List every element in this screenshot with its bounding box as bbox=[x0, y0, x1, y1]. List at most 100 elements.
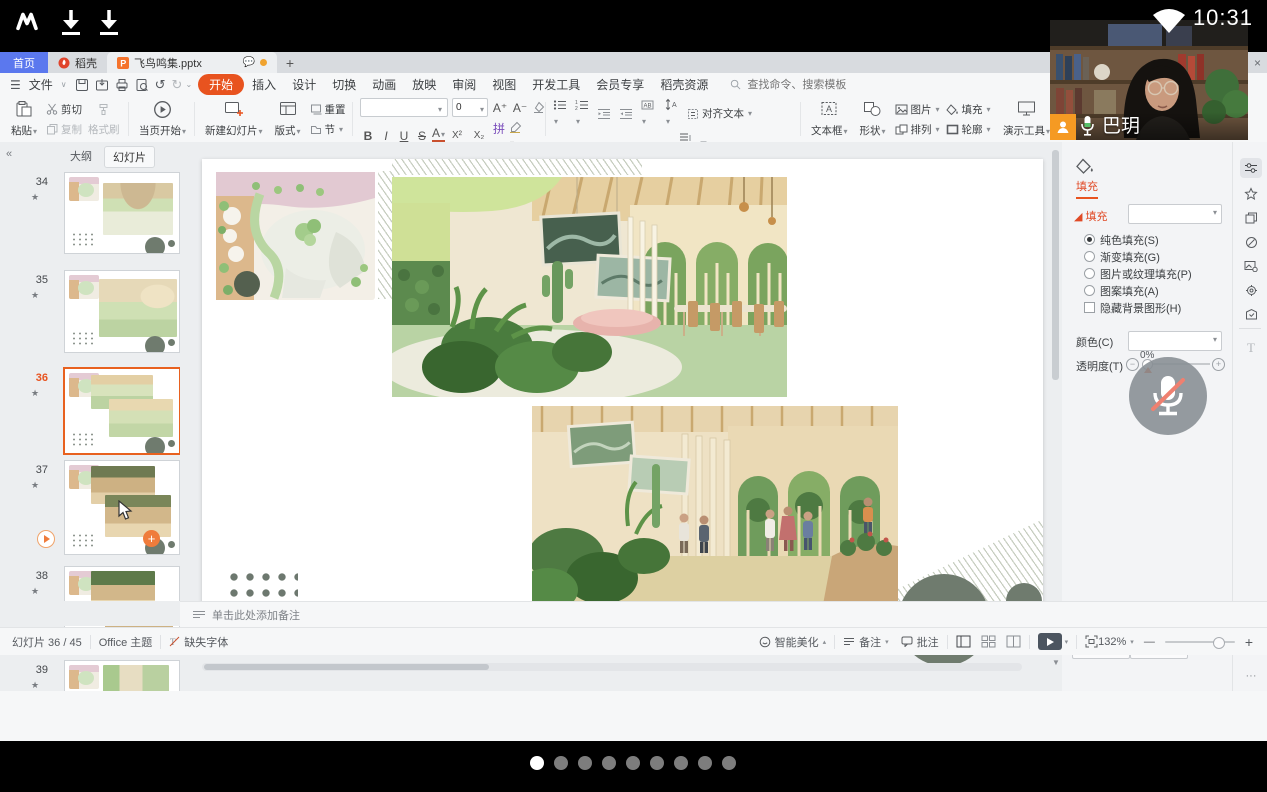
reset-button[interactable]: 重置 bbox=[310, 100, 346, 118]
subscript-button[interactable]: X₂ bbox=[469, 130, 489, 141]
thumbnail-canvas[interactable] bbox=[64, 270, 180, 353]
char-spacing-icon[interactable]: AB bbox=[641, 99, 657, 129]
clear-format-icon[interactable] bbox=[532, 101, 545, 114]
menu-review[interactable]: 审阅 bbox=[444, 74, 484, 95]
horizontal-scrollbar[interactable] bbox=[202, 663, 1022, 671]
v-scroll-thumb[interactable] bbox=[1052, 150, 1059, 380]
strikethrough-button[interactable]: S bbox=[414, 129, 430, 143]
search-input[interactable] bbox=[745, 78, 879, 92]
floorplan-image[interactable] bbox=[216, 172, 375, 300]
next-slide-arrow[interactable]: ▼ bbox=[1052, 658, 1060, 667]
thumbnail-canvas[interactable] bbox=[63, 367, 181, 455]
radio-solid-fill[interactable] bbox=[1084, 234, 1095, 245]
menu-view[interactable]: 视图 bbox=[484, 74, 524, 95]
play-from-page-button[interactable]: 当页开始 bbox=[136, 99, 189, 139]
radio-gradient-fill[interactable] bbox=[1084, 251, 1095, 262]
command-search[interactable] bbox=[730, 78, 879, 92]
text-box-button[interactable]: A 文本框 bbox=[808, 99, 851, 139]
undo-icon[interactable]: ↺ bbox=[155, 77, 166, 93]
font-size-select[interactable] bbox=[452, 98, 488, 117]
missing-fonts-button[interactable]: T 缺失字体 bbox=[169, 634, 228, 650]
notes-bar[interactable]: 单击此处添加备注 bbox=[180, 601, 1267, 627]
superscript-button[interactable]: X² bbox=[447, 130, 467, 141]
thumbnail-canvas[interactable] bbox=[64, 172, 180, 254]
print-icon[interactable] bbox=[115, 78, 129, 92]
smart-beautify-button[interactable]: 智能美化▴ bbox=[759, 634, 827, 650]
copy-button[interactable]: 复制 bbox=[46, 120, 82, 138]
normal-view-icon[interactable] bbox=[956, 635, 971, 648]
tab-home[interactable]: 首页 bbox=[0, 52, 48, 73]
pattern-fill-label[interactable]: 图案填充(A) bbox=[1100, 283, 1159, 299]
print-preview-icon[interactable] bbox=[135, 78, 149, 92]
shapes-button[interactable]: 形状 bbox=[857, 99, 889, 139]
new-slide-button[interactable]: 新建幻灯片 bbox=[202, 99, 266, 139]
menu-home[interactable]: 开始 bbox=[198, 74, 244, 95]
layout-button[interactable]: 版式 bbox=[272, 99, 304, 139]
fill-panel-tab[interactable]: 填充 bbox=[1076, 178, 1098, 199]
increase-font-icon[interactable]: A⁺ bbox=[492, 101, 508, 115]
menu-animation[interactable]: 动画 bbox=[364, 74, 404, 95]
menu-docer-resources[interactable]: 稻壳资源 bbox=[652, 74, 716, 95]
fit-slide-icon[interactable] bbox=[1085, 635, 1098, 648]
transparency-plus-button[interactable]: + bbox=[1212, 358, 1225, 371]
settings-gear-icon[interactable] bbox=[1240, 280, 1262, 300]
comments-button[interactable]: 批注 bbox=[901, 634, 939, 650]
page-indicator-dot[interactable] bbox=[530, 756, 544, 770]
slide-thumbnail-34[interactable]: 34 ★ bbox=[0, 172, 180, 252]
slide-sorter-view-icon[interactable] bbox=[981, 635, 996, 648]
hide-background-label[interactable]: 隐藏背景图形(H) bbox=[1100, 300, 1181, 316]
numbered-list-icon[interactable]: 12 bbox=[575, 99, 589, 129]
page-indicator-dot[interactable] bbox=[650, 756, 664, 770]
menu-transition[interactable]: 切换 bbox=[324, 74, 364, 95]
h-scroll-thumb[interactable] bbox=[204, 664, 489, 670]
font-name-select[interactable] bbox=[360, 98, 448, 117]
reading-view-icon[interactable] bbox=[1006, 635, 1021, 648]
page-indicator-dot[interactable] bbox=[554, 756, 568, 770]
page-indicator-dot[interactable] bbox=[722, 756, 736, 770]
outline-button[interactable]: 轮廓 bbox=[946, 120, 991, 138]
menu-member[interactable]: 会员专享 bbox=[588, 74, 652, 95]
zoom-in-button[interactable]: + bbox=[1245, 634, 1253, 650]
text-tool-icon[interactable]: T bbox=[1240, 338, 1262, 358]
more-options-icon[interactable]: ··· bbox=[1240, 666, 1262, 686]
decrease-font-icon[interactable]: A⁻ bbox=[512, 101, 528, 115]
redo-caret-icon[interactable]: ⌄ bbox=[185, 80, 192, 89]
slide-thumbnail-37[interactable]: 37 ★ + bbox=[0, 460, 180, 553]
tab-document[interactable]: P 飞鸟鸣集.pptx 💬 bbox=[107, 52, 277, 73]
page-indicator-dot[interactable] bbox=[674, 756, 688, 770]
slide-thumbnail-36-selected[interactable]: 36 ★ bbox=[0, 368, 180, 452]
tab-outline[interactable]: 大纲 bbox=[62, 146, 100, 166]
collapse-panel-icon[interactable]: « bbox=[6, 148, 12, 160]
bullet-list-icon[interactable] bbox=[553, 99, 567, 129]
effects-star-icon[interactable] bbox=[1240, 184, 1262, 204]
menu-slideshow[interactable]: 放映 bbox=[404, 74, 444, 95]
menu-file[interactable]: 文件 bbox=[21, 74, 61, 95]
slide-thumbnail-39[interactable]: 39 ★ bbox=[0, 660, 180, 691]
present-tools-button[interactable]: 演示工具 bbox=[1000, 99, 1053, 139]
decrease-indent-icon[interactable] bbox=[597, 108, 611, 120]
transparency-minus-button[interactable]: − bbox=[1126, 358, 1139, 371]
menu-insert[interactable]: 插入 bbox=[244, 74, 284, 95]
theme-name[interactable]: Office 主题 bbox=[99, 634, 153, 650]
zoom-slider-thumb[interactable] bbox=[1213, 637, 1225, 649]
underline-button[interactable]: U bbox=[396, 129, 412, 143]
gradient-fill-label[interactable]: 渐变填充(G) bbox=[1100, 249, 1160, 265]
webcam-video-tile[interactable]: 巴玥 bbox=[1050, 20, 1248, 140]
zoom-slider[interactable] bbox=[1165, 641, 1235, 643]
fill-preset-dropdown[interactable] bbox=[1128, 204, 1222, 224]
zoom-level[interactable]: 132%▾ bbox=[1098, 636, 1134, 648]
slideshow-play-button[interactable] bbox=[1038, 633, 1062, 650]
image-edit-icon[interactable] bbox=[1240, 256, 1262, 276]
page-indicator-dot[interactable] bbox=[698, 756, 712, 770]
slide-thumbnail-35[interactable]: 35 ★ bbox=[0, 270, 180, 351]
italic-button[interactable]: I bbox=[378, 129, 394, 143]
color-dropdown[interactable] bbox=[1128, 331, 1222, 351]
solid-fill-label[interactable]: 纯色填充(S) bbox=[1100, 232, 1159, 248]
format-painter-button[interactable]: 格式刷 bbox=[88, 120, 120, 138]
download-icon[interactable] bbox=[96, 8, 122, 36]
export-icon[interactable] bbox=[95, 78, 109, 92]
duplicate-slide-icon[interactable] bbox=[1240, 208, 1262, 228]
notes-toggle-button[interactable]: 备注▾ bbox=[843, 634, 889, 650]
insert-slide-here-button[interactable]: + bbox=[143, 530, 160, 547]
section-button[interactable]: 节 bbox=[310, 120, 346, 138]
